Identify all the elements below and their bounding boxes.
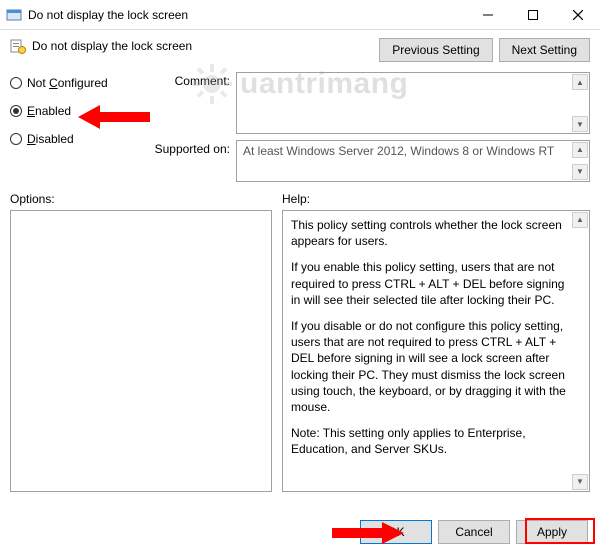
supported-on-label: Supported on: [138, 140, 230, 156]
scroll-down-icon[interactable]: ▼ [572, 116, 588, 132]
radio-label: Enabled [27, 104, 71, 118]
window-title: Do not display the lock screen [28, 8, 465, 22]
radio-label: Disabled [27, 132, 74, 146]
scroll-up-icon[interactable]: ▲ [572, 142, 588, 158]
previous-setting-button[interactable]: Previous Setting [379, 38, 492, 62]
scroll-down-icon[interactable]: ▼ [572, 474, 588, 490]
help-paragraph: If you disable or do not configure this … [291, 318, 571, 415]
app-icon [6, 7, 22, 23]
policy-state-section: Not Configured Enabled Disabled Comment:… [0, 66, 600, 182]
radio-icon [10, 105, 22, 117]
radio-icon [10, 133, 22, 145]
policy-header-row: Do not display the lock screen Previous … [0, 30, 600, 66]
help-panel: This policy setting controls whether the… [282, 210, 590, 492]
radio-disabled[interactable]: Disabled [10, 132, 130, 146]
comment-textarea[interactable]: ▲ ▼ [236, 72, 590, 134]
help-paragraph: Note: This setting only applies to Enter… [291, 425, 571, 457]
ok-button[interactable]: OK [360, 520, 432, 544]
help-label: Help: [282, 192, 590, 206]
supported-on-value: At least Windows Server 2012, Windows 8 … [236, 140, 590, 182]
policy-icon [10, 38, 26, 54]
window-controls [465, 0, 600, 29]
window-titlebar: Do not display the lock screen [0, 0, 600, 30]
maximize-button[interactable] [510, 0, 555, 29]
dialog-footer: OK Cancel Apply [360, 520, 588, 544]
options-panel [10, 210, 272, 492]
radio-not-configured[interactable]: Not Configured [10, 76, 130, 90]
minimize-button[interactable] [465, 0, 510, 29]
help-paragraph: This policy setting controls whether the… [291, 217, 571, 249]
close-button[interactable] [555, 0, 600, 29]
radio-label: Not Configured [27, 76, 108, 90]
options-help-section: Options: Help: This policy setting contr… [0, 182, 600, 492]
radio-enabled[interactable]: Enabled [10, 104, 130, 118]
comment-label: Comment: [138, 72, 230, 88]
policy-title: Do not display the lock screen [32, 39, 192, 53]
next-setting-button[interactable]: Next Setting [499, 38, 590, 62]
cancel-button[interactable]: Cancel [438, 520, 510, 544]
radio-icon [10, 77, 22, 89]
scroll-down-icon[interactable]: ▼ [572, 164, 588, 180]
scroll-up-icon[interactable]: ▲ [572, 74, 588, 90]
help-paragraph: If you enable this policy setting, users… [291, 259, 571, 308]
scroll-up-icon[interactable]: ▲ [572, 212, 588, 228]
options-label: Options: [10, 192, 272, 206]
apply-button[interactable]: Apply [516, 520, 588, 544]
